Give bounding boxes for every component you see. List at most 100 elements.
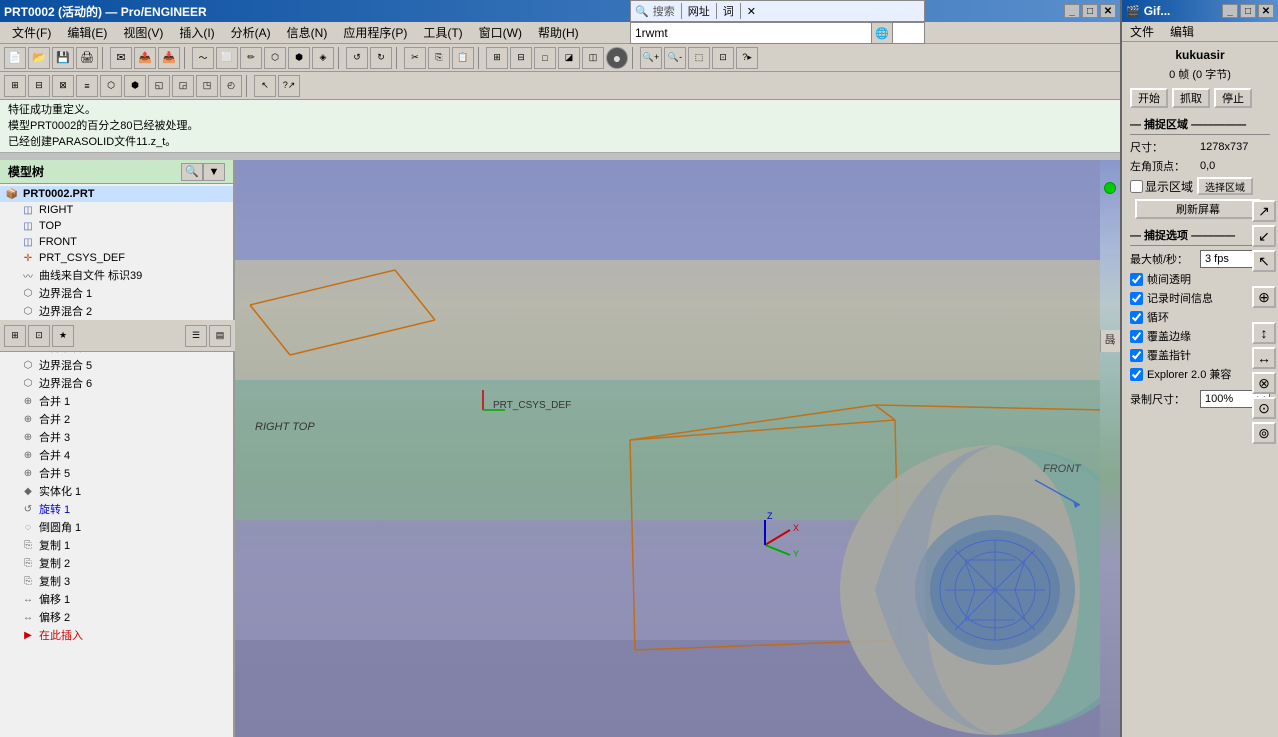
tree-item-6[interactable]: ⬡边界混合 2 [0,302,233,320]
tb2-btn4[interactable]: ≡ [76,75,98,97]
tree-item-13[interactable]: ⊕合并 3 [0,428,233,446]
tree-item-0[interactable]: ◫RIGHT [0,202,233,218]
search-input[interactable] [631,26,871,40]
tree-search-btn[interactable]: 🔍 [181,163,203,181]
gif-side-btn6[interactable]: ↔ [1252,347,1276,369]
gif-side-btn3[interactable]: ↖ [1252,250,1276,272]
menu-window[interactable]: 窗口(W) [471,22,530,43]
gif-side-btn4[interactable]: ⊕ [1252,286,1276,308]
tree-expand-btn[interactable]: ▤ [209,325,231,347]
view1-button[interactable]: ⊞ [486,47,508,69]
view5-button[interactable]: ◫ [582,47,604,69]
tb2-btn2[interactable]: ⊟ [28,75,50,97]
feature2-button[interactable]: ⬢ [288,47,310,69]
close-button[interactable]: ✕ [1100,4,1116,18]
help-button[interactable]: ?▸ [736,47,758,69]
gif-show-region-checkbox[interactable] [1130,180,1143,193]
tb2-btn9[interactable]: ◳ [196,75,218,97]
menu-tools[interactable]: 工具(T) [415,22,470,43]
tb2-btn5[interactable]: ⬡ [100,75,122,97]
view2-button[interactable]: ⊟ [510,47,532,69]
gif-close-btn[interactable]: ✕ [1258,4,1274,18]
gif-side-btn9[interactable]: ⊚ [1252,422,1276,444]
view3-button[interactable]: □ [534,47,556,69]
gif-checkbox-0[interactable] [1130,273,1143,286]
minimize-button[interactable]: _ [1064,4,1080,18]
tree-item-12[interactable]: ⊕合并 2 [0,410,233,428]
tb2-btn8[interactable]: ◲ [172,75,194,97]
gif-side-btn8[interactable]: ⊙ [1252,397,1276,419]
copy-button[interactable]: ⎘ [428,47,450,69]
tb2-select-btn[interactable]: ↖ [254,75,276,97]
tree-view-btn3[interactable]: ★ [52,325,74,347]
sketch-button[interactable]: ✏ [240,47,262,69]
zoom-fit-button[interactable]: ⬚ [688,47,710,69]
redo-button[interactable]: ↻ [370,47,392,69]
tree-item-16[interactable]: ◆实体化 1 [0,482,233,500]
tree-item-17[interactable]: ↺旋转 1 [0,500,233,518]
menu-file[interactable]: 文件(F) [4,22,59,43]
tree-item-19[interactable]: ⎘复制 1 [0,536,233,554]
export-button[interactable]: 📤 [134,47,156,69]
tree-view-btn2[interactable]: ⊡ [28,325,50,347]
tb2-btn1[interactable]: ⊞ [4,75,26,97]
main-viewport[interactable]: RIGHT TOP PRT_CSYS_DEF [235,160,1120,737]
tb2-help2-btn[interactable]: ?↗ [278,75,300,97]
tree-item-18[interactable]: ◌倒圆角 1 [0,518,233,536]
ci-label[interactable]: 词 [723,3,734,19]
import-button[interactable]: 📥 [158,47,180,69]
gif-side-btn2[interactable]: ↙ [1252,225,1276,247]
menu-analysis[interactable]: 分析(A) [223,22,279,43]
cut-button[interactable]: ✂ [404,47,426,69]
tree-item-21[interactable]: ⎘复制 3 [0,572,233,590]
menu-view[interactable]: 视图(V) [115,22,171,43]
tree-item-3[interactable]: ✛PRT_CSYS_DEF [0,250,233,266]
zoom-in-button[interactable]: 🔍+ [640,47,662,69]
gif-menu-edit[interactable]: 编辑 [1166,23,1198,40]
search-go-button[interactable]: 🌐 [871,22,893,44]
menu-insert[interactable]: 插入(I) [171,22,222,43]
menu-info[interactable]: 信息(N) [279,22,336,43]
zoom-window-button[interactable]: ⊡ [712,47,734,69]
email-button[interactable]: ✉ [110,47,132,69]
tree-options-btn[interactable]: ☰ [185,325,207,347]
tree-item-10[interactable]: ⬡边界混合 6 [0,374,233,392]
new-button[interactable]: 📄 [4,47,26,69]
curve-button[interactable]: 〜 [192,47,214,69]
gif-stop-button[interactable]: 停止 [1214,88,1252,108]
menu-edit[interactable]: 编辑(E) [59,22,115,43]
tree-root[interactable]: 📦 PRT0002.PRT [0,186,233,202]
gif-select-region-button[interactable]: 选择区域 [1197,177,1253,195]
save-button[interactable]: 💾 [52,47,74,69]
gif-checkbox-3[interactable] [1130,330,1143,343]
shading-button[interactable]: ● [606,47,628,69]
gif-checkbox-4[interactable] [1130,349,1143,362]
tb2-btn10[interactable]: ◴ [220,75,242,97]
tree-item-5[interactable]: ⬡边界混合 1 [0,284,233,302]
open-button[interactable]: 📂 [28,47,50,69]
tree-item-23[interactable]: ↔偏移 2 [0,608,233,626]
tree-view-btn1[interactable]: ⊞ [4,325,26,347]
print-button[interactable]: 🖨 [76,47,98,69]
gif-side-btn1[interactable]: ↗ [1252,200,1276,222]
tree-item-22[interactable]: ↔偏移 1 [0,590,233,608]
url-label[interactable]: 网址 [688,3,710,19]
search-close-icon[interactable]: ✕ [747,5,756,18]
gif-grab-button[interactable]: 抓取 [1172,88,1210,108]
zoom-out-button[interactable]: 🔍- [664,47,686,69]
feature1-button[interactable]: ⬡ [264,47,286,69]
gif-checkbox-5[interactable] [1130,368,1143,381]
tree-item-14[interactable]: ⊕合并 4 [0,446,233,464]
menu-help[interactable]: 帮助(H) [530,22,587,43]
maximize-button[interactable]: □ [1082,4,1098,18]
smart-panel[interactable]: 智 [1100,330,1120,352]
tree-item-9[interactable]: ⬡边界混合 5 [0,356,233,374]
tree-item-11[interactable]: ⊕合并 1 [0,392,233,410]
gif-side-btn7[interactable]: ⊗ [1252,372,1276,394]
gif-checkbox-2[interactable] [1130,311,1143,324]
tree-item-24[interactable]: ▶在此插入 [0,626,233,644]
gif-refresh-button[interactable]: 刷新屏幕 [1135,199,1261,219]
surface-button[interactable]: ⬜ [216,47,238,69]
tb2-btn3[interactable]: ⊠ [52,75,74,97]
gif-start-button[interactable]: 开始 [1130,88,1168,108]
